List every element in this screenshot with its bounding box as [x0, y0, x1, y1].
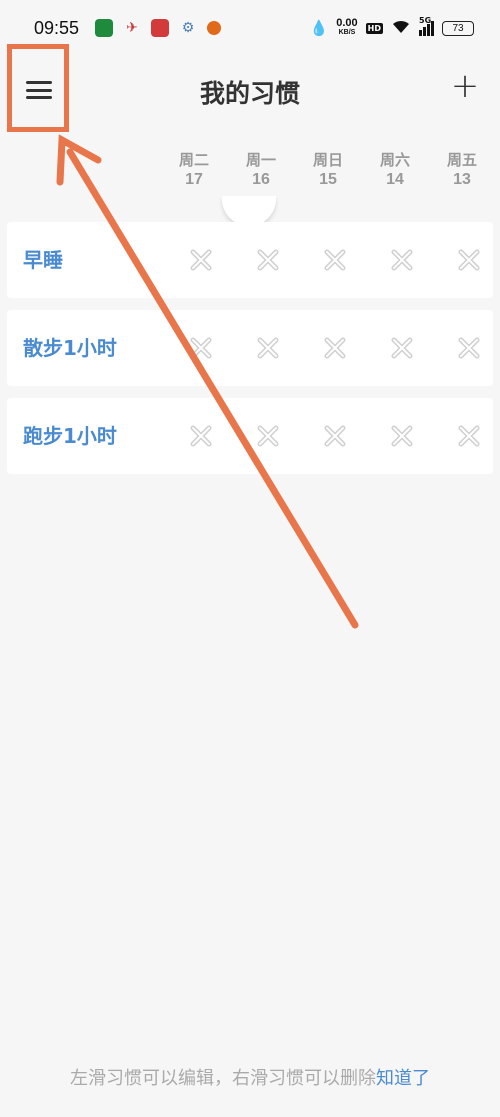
habit-mark-icon[interactable]	[187, 422, 215, 450]
day-date: 16	[252, 171, 270, 188]
habit-row[interactable]: 散步1小时	[7, 310, 493, 386]
footer-hint-text: 左滑习惯可以编辑，右滑习惯可以删除	[70, 1068, 376, 1089]
signal-icon: 5G	[419, 16, 434, 36]
day-date: 15	[319, 171, 337, 188]
battery-indicator: 73	[442, 20, 474, 36]
day-weekday: 周日	[312, 151, 343, 169]
habit-mark-icon[interactable]	[254, 334, 282, 362]
habit-mark-icon[interactable]	[455, 334, 483, 362]
day-column: 周二 17	[160, 150, 228, 190]
day-column: 周六 14	[361, 150, 429, 190]
day-date: 14	[386, 171, 404, 188]
app-runner-icon: ✈	[126, 20, 138, 36]
habit-mark-icon[interactable]	[187, 334, 215, 362]
habit-mark-icon[interactable]	[388, 334, 416, 362]
habit-name: 早睡	[23, 248, 63, 272]
add-habit-button[interactable]: +	[450, 69, 480, 103]
day-weekday: 周一	[245, 151, 276, 169]
status-bar: 09:55 ✈ ⚙ 💧 0.00 KB/S HD 5G 73	[0, 0, 500, 56]
day-columns-header: 周二 17 周一 16 周日 15 周六 14 周五 13	[160, 150, 500, 194]
habit-mark-icon[interactable]	[187, 246, 215, 274]
habit-mark-icon[interactable]	[321, 246, 349, 274]
hd-badge: HD	[365, 22, 383, 34]
app-orange-icon	[207, 21, 222, 35]
habit-row[interactable]: 跑步1小时	[7, 398, 493, 474]
habit-mark-icon[interactable]	[455, 422, 483, 450]
habit-name: 跑步1小时	[23, 424, 117, 448]
net-speed-unit: KB/S	[338, 29, 356, 36]
day-date: 17	[185, 171, 203, 188]
day-column: 周日 15	[294, 150, 362, 190]
header: 我的习惯 +	[0, 56, 500, 128]
habit-mark-icon[interactable]	[321, 334, 349, 362]
day-weekday: 周二	[178, 151, 209, 169]
day-weekday: 周六	[379, 151, 410, 169]
net-speed-value: 0.00	[336, 17, 358, 29]
wifi-icon	[391, 19, 411, 38]
habit-mark-icon[interactable]	[455, 246, 483, 274]
net-speed: 0.00 KB/S	[336, 17, 358, 37]
status-time: 09:55	[34, 17, 80, 38]
day-column: 周一 16	[227, 150, 295, 190]
day-date: 13	[453, 171, 471, 188]
footer-hint: 左滑习惯可以编辑，右滑习惯可以删除知道了	[0, 1064, 500, 1090]
page-title: 我的习惯	[199, 79, 300, 108]
status-indicators: 💧 0.00 KB/S HD 5G 73	[309, 16, 474, 38]
habit-mark-icon[interactable]	[388, 422, 416, 450]
habit-mark-icon[interactable]	[254, 246, 282, 274]
notification-icons: ✈ ⚙	[95, 19, 222, 37]
habit-mark-icon[interactable]	[321, 422, 349, 450]
signal-label: 5G	[419, 16, 432, 25]
dismiss-hint-link[interactable]: 知道了	[376, 1068, 430, 1089]
habit-row[interactable]: 早睡	[7, 222, 493, 298]
habit-name: 散步1小时	[23, 336, 117, 360]
day-column: 周五 13	[428, 150, 496, 190]
water-drop-icon: 💧	[309, 19, 329, 37]
habit-mark-icon[interactable]	[254, 422, 282, 450]
habit-mark-icon[interactable]	[388, 246, 416, 274]
app-green-icon	[95, 19, 114, 37]
app-red-icon	[151, 19, 170, 37]
app-tool-icon: ⚙	[181, 20, 195, 36]
day-weekday: 周五	[446, 151, 477, 169]
